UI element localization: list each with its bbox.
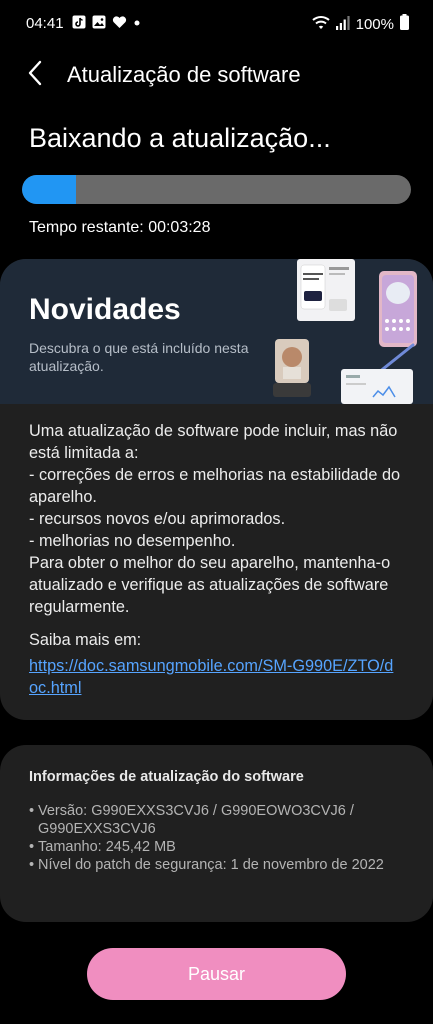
wifi-icon — [311, 14, 330, 35]
whats-new-title: Novidades — [29, 293, 181, 326]
info-item-version: • Versão: G990EXXS3CVJ6 / G990EOWO3CVJ6 /… — [29, 802, 404, 838]
info-version: Versão: G990EXXS3CVJ6 / G990EOWO3CVJ6 / … — [38, 803, 354, 837]
info-item-patch: • Nível do patch de segurança: 1 de novem… — [29, 857, 384, 873]
download-progress-bar — [22, 175, 411, 204]
whats-new-description: Descubra o que está incluído nesta atual… — [29, 340, 249, 374]
status-bar: 04:41 100% — [0, 0, 433, 48]
pause-button[interactable]: Pausar — [87, 948, 346, 1000]
download-heading: Baixando a atualização... — [29, 123, 331, 153]
system-icons: 100% — [311, 14, 409, 35]
software-info-list: • Versão: G990EXXS3CVJ6 / G990EOWO3CVJ6 /… — [29, 802, 404, 874]
info-size: Tamanho: 245,42 MB — [38, 839, 176, 855]
body-line: - correções de erros e melhorias na esta… — [29, 466, 401, 506]
signal-icon — [335, 15, 350, 35]
app-bar: Atualização de software — [0, 50, 433, 100]
time-remaining: Tempo restante: 00:03:28 — [29, 219, 210, 237]
tiktok-icon — [72, 15, 86, 29]
body-line: - recursos novos e/ou aprimorados. — [29, 510, 286, 528]
time-remaining-label: Tempo restante: — [29, 219, 144, 236]
info-item-size: • Tamanho: 245,42 MB — [29, 839, 176, 855]
whats-new-banner: Novidades Descubra o que está incluído n… — [0, 259, 433, 404]
whats-new-body: Uma atualização de software pode incluir… — [29, 420, 409, 618]
page-title: Atualização de software — [67, 62, 301, 87]
battery-percentage: 100% — [355, 16, 394, 33]
devices-illustration — [273, 259, 417, 404]
image-icon — [92, 15, 106, 29]
info-patch: Nível do patch de segurança: 1 de novemb… — [38, 857, 384, 873]
software-info-title: Informações de atualização do software — [29, 769, 304, 785]
body-line: - melhorias no desempenho. — [29, 532, 236, 550]
back-arrow-icon — [27, 60, 43, 91]
body-line: Uma atualização de software pode incluir… — [29, 422, 398, 462]
notification-icons — [72, 15, 141, 29]
learn-more-label: Saiba mais em: — [29, 631, 142, 649]
whats-new-card: Novidades Descubra o que está incluído n… — [0, 259, 433, 720]
heart-icon — [112, 15, 127, 29]
back-button[interactable] — [20, 60, 50, 90]
download-progress-fill — [22, 175, 77, 204]
software-info-card: Informações de atualização do software •… — [0, 745, 433, 922]
battery-icon — [400, 14, 409, 35]
time-remaining-value: 00:03:28 — [148, 219, 211, 236]
learn-more-link[interactable]: https://doc.samsungmobile.com/SM-G990E/Z… — [29, 655, 399, 699]
dot-icon — [133, 15, 141, 29]
body-line: Para obter o melhor do seu aparelho, man… — [29, 554, 391, 616]
status-time: 04:41 — [26, 15, 64, 32]
